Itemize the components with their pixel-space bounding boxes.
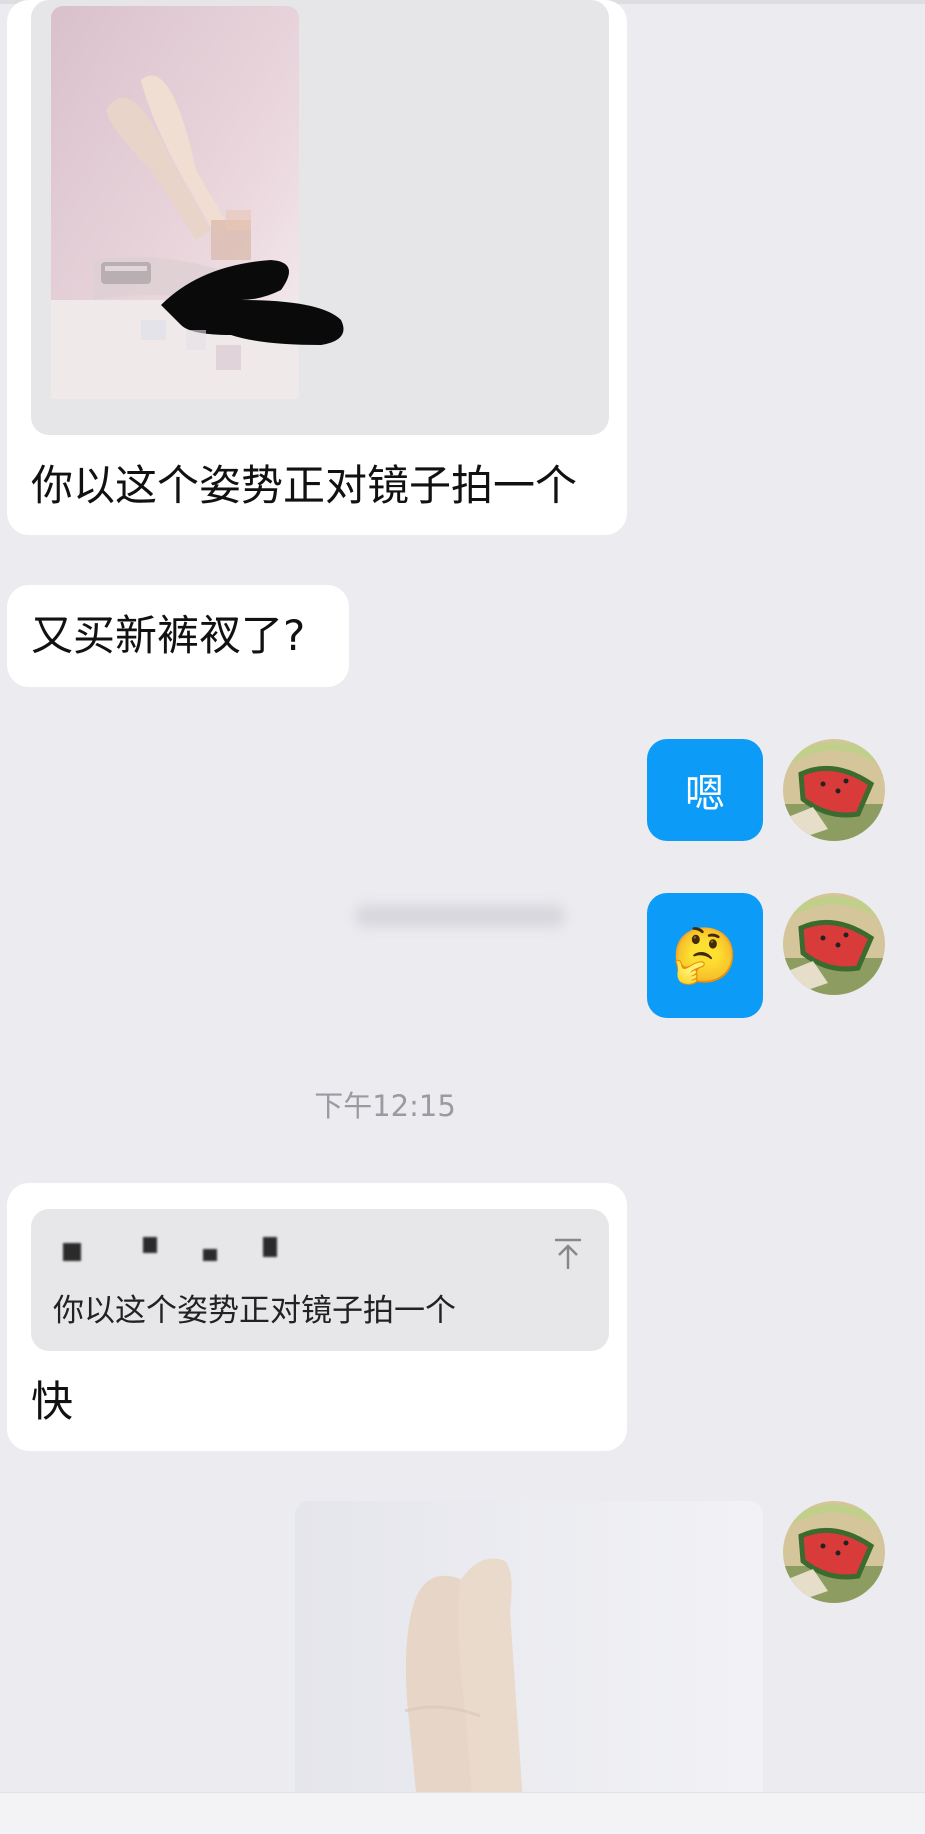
watermelon-avatar-icon: [783, 1501, 885, 1603]
photo-image[interactable]: [31, 0, 609, 435]
outgoing-photo[interactable]: [295, 1501, 763, 1833]
pin-top-icon[interactable]: [553, 1237, 583, 1271]
quoted-text: 你以这个姿势正对镜子拍一个: [53, 1293, 456, 1329]
message-text: 嗯: [685, 771, 725, 817]
incoming-message-photo-text[interactable]: 你以这个姿势正对镜子拍一个: [7, 0, 627, 535]
avatar[interactable]: [783, 1501, 885, 1603]
watermelon-avatar-icon: [783, 893, 885, 995]
message-text: 又买新裤衩了?: [31, 611, 306, 660]
quoted-message[interactable]: 你以这个姿势正对镜子拍一个: [31, 1209, 609, 1351]
blurred-name-text: [355, 905, 565, 927]
timestamp: 下午12:15: [314, 1089, 456, 1123]
quoted-author-blurred: [53, 1233, 293, 1263]
avatar[interactable]: [783, 739, 885, 841]
watermelon-avatar-icon: [783, 739, 885, 841]
message-text: 快: [31, 1377, 74, 1426]
photo-image[interactable]: [295, 1501, 763, 1833]
incoming-message-with-quote[interactable]: 你以这个姿势正对镜子拍一个 快: [7, 1183, 627, 1451]
photo-card[interactable]: [31, 0, 609, 435]
outgoing-message-emoji[interactable]: 🤔: [647, 893, 763, 1018]
avatar[interactable]: [783, 893, 885, 995]
thinking-face-icon: 🤔: [671, 923, 739, 987]
message-text: 你以这个姿势正对镜子拍一个: [31, 461, 578, 510]
incoming-message-text[interactable]: 又买新裤衩了?: [7, 585, 349, 687]
bottom-bar: [0, 1792, 925, 1834]
outgoing-message-text[interactable]: 嗯: [647, 739, 763, 841]
